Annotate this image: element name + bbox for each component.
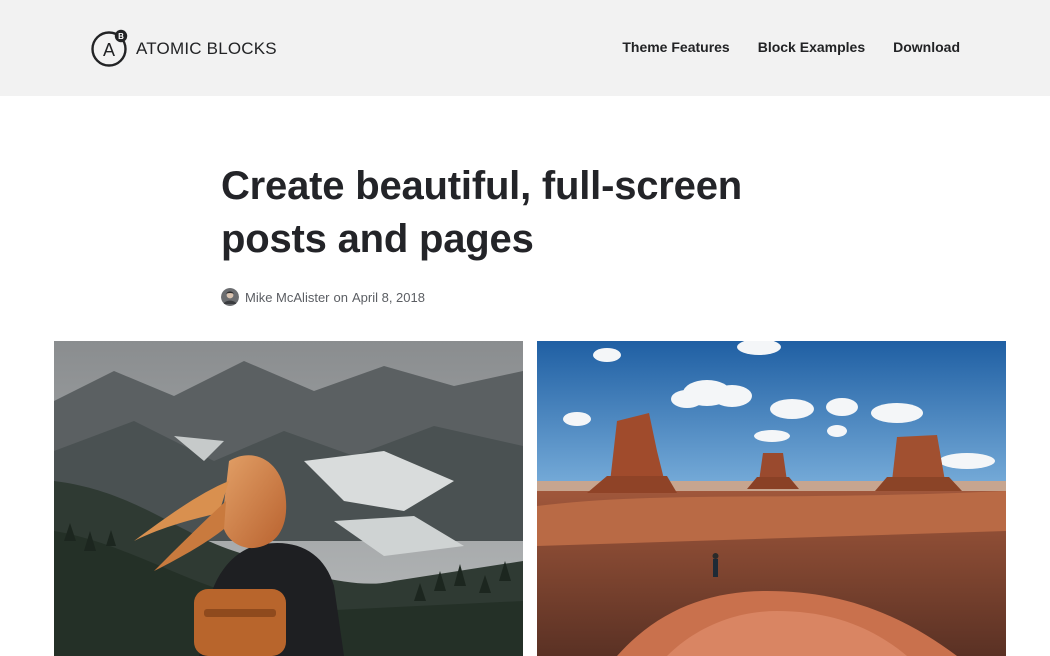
image-gallery	[54, 341, 1006, 656]
photo-desert-buttes-icon	[537, 341, 1006, 656]
post-title-line-2: posts and pages	[221, 217, 534, 261]
post-title: Create beautiful, full-screen posts and …	[221, 160, 821, 266]
nav-block-examples[interactable]: Block Examples	[758, 38, 865, 56]
logo-badge-letter: A	[103, 40, 115, 60]
gallery-image-mountain-hiker[interactable]	[54, 341, 523, 656]
gallery-image-desert-buttes[interactable]	[537, 341, 1006, 656]
post-date-link[interactable]: April 8, 2018	[352, 290, 425, 305]
photo-mountain-hiker-icon	[54, 341, 523, 656]
post-title-line-1: Create beautiful, full-screen	[221, 164, 742, 208]
meta-on-text: on	[333, 289, 348, 305]
nav-download[interactable]: Download	[893, 38, 960, 56]
main-nav: Theme Features Block Examples Download	[622, 38, 960, 56]
logo-badge-superscript: B	[118, 32, 124, 41]
author-avatar[interactable]	[221, 288, 239, 306]
post-header: Create beautiful, full-screen posts and …	[221, 160, 821, 306]
author-link[interactable]: Mike McAlister	[245, 290, 330, 305]
post-meta: Mike McAlister on April 8, 2018	[221, 288, 821, 306]
site-header: A B ATOMIC BLOCKS Theme Features Block E…	[0, 0, 1050, 96]
logo-text: ATOMIC BLOCKS	[136, 38, 277, 58]
atomic-blocks-logo-icon: A B	[91, 29, 128, 67]
nav-theme-features[interactable]: Theme Features	[622, 38, 729, 56]
site-logo[interactable]: A B ATOMIC BLOCKS	[90, 28, 277, 68]
